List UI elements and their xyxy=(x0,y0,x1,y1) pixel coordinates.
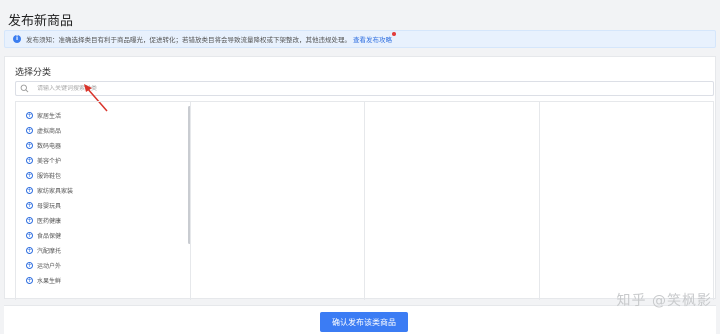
expand-circle-icon: + xyxy=(26,202,33,209)
category-item[interactable]: + 美容个护 xyxy=(26,153,190,168)
category-item-label: 家纺家具家装 xyxy=(37,188,74,195)
category-column-level-3 xyxy=(365,102,540,300)
notice-bar: i 发布须知：准确选择类目有利于商品曝光，促进转化；若错放类目将会导致流量降权或… xyxy=(4,30,716,48)
category-item[interactable]: + 水果生鲜 xyxy=(26,273,190,288)
expand-circle-icon: + xyxy=(26,172,33,179)
category-item[interactable]: + 医药健康 xyxy=(26,213,190,228)
category-item-label: 汽配摩托 xyxy=(37,248,62,255)
expand-circle-icon: + xyxy=(26,157,33,164)
expand-circle-icon: + xyxy=(26,127,33,134)
category-item-label: 美容个护 xyxy=(37,158,62,165)
category-item[interactable]: + 汽配摩托 xyxy=(26,243,190,258)
expand-circle-icon: + xyxy=(26,247,33,254)
info-icon: i xyxy=(13,35,21,43)
category-item-label: 食品保健 xyxy=(37,233,62,240)
notice-text: 发布须知：准确选择类目有利于商品曝光，促进转化；若错放类目将会导致流量降权或下架… xyxy=(26,36,351,44)
category-item[interactable]: + 母婴玩具 xyxy=(26,198,190,213)
expand-circle-icon: + xyxy=(26,142,33,149)
category-item[interactable]: + 家居生活 xyxy=(26,108,190,123)
watermark: 知乎 @笑枫影 xyxy=(616,293,712,309)
expand-circle-icon: + xyxy=(26,112,33,119)
category-item[interactable]: + 服饰鞋包 xyxy=(26,168,190,183)
category-item-label: 家居生活 xyxy=(37,113,62,120)
category-item-label: 水果生鲜 xyxy=(37,278,62,285)
expand-circle-icon: + xyxy=(26,217,33,224)
publish-guide-link[interactable]: 查看发布攻略 xyxy=(353,32,396,44)
publish-guide-link-label: 查看发布攻略 xyxy=(353,36,392,44)
category-column-level-4 xyxy=(540,102,714,300)
category-list: + 家居生活 + 虚拟商品 + 数码电器 + 美容个护 + 服饰鞋包 + 家纺家具家装 + 母婴玩具 + 医药… xyxy=(16,102,190,288)
category-search[interactable] xyxy=(15,81,714,96)
category-item-label: 运动户外 xyxy=(37,263,62,270)
category-panel: 选择分类 + 家居生活 + 虚拟商品 + 数码电器 + 美容个护 + 服饰鞋包 + 家纺家具家装 + 母婴… xyxy=(4,56,716,300)
category-panel-title: 选择分类 xyxy=(15,68,52,78)
page-title: 发布新商品 xyxy=(8,14,74,29)
category-item-label: 虚拟商品 xyxy=(37,128,62,135)
category-item-label: 医药健康 xyxy=(37,218,62,225)
search-icon xyxy=(20,84,29,93)
expand-circle-icon: + xyxy=(26,232,33,239)
category-item[interactable]: + 家纺家具家装 xyxy=(26,183,190,198)
category-column-level-1[interactable]: + 家居生活 + 虚拟商品 + 数码电器 + 美容个护 + 服饰鞋包 + 家纺家具家装 + 母婴玩具 + 医药… xyxy=(16,102,191,300)
category-item[interactable]: + 数码电器 xyxy=(26,138,190,153)
expand-circle-icon: + xyxy=(26,262,33,269)
footer-bar: 确认发布该类商品 xyxy=(4,305,716,334)
category-column-level-2 xyxy=(191,102,365,300)
category-item[interactable]: + 运动户外 xyxy=(26,258,190,273)
category-item-label: 服饰鞋包 xyxy=(37,173,62,180)
expand-circle-icon: + xyxy=(26,187,33,194)
category-item-label: 母婴玩具 xyxy=(37,203,62,210)
expand-circle-icon: + xyxy=(26,277,33,284)
category-item[interactable]: + 虚拟商品 xyxy=(26,123,190,138)
category-item-label: 数码电器 xyxy=(37,143,62,150)
confirm-publish-button[interactable]: 确认发布该类商品 xyxy=(320,312,408,332)
red-dot-badge xyxy=(392,32,396,36)
category-item[interactable]: + 食品保健 xyxy=(26,228,190,243)
category-columns: + 家居生活 + 虚拟商品 + 数码电器 + 美容个护 + 服饰鞋包 + 家纺家具家装 + 母婴玩具 + 医药… xyxy=(15,101,714,300)
